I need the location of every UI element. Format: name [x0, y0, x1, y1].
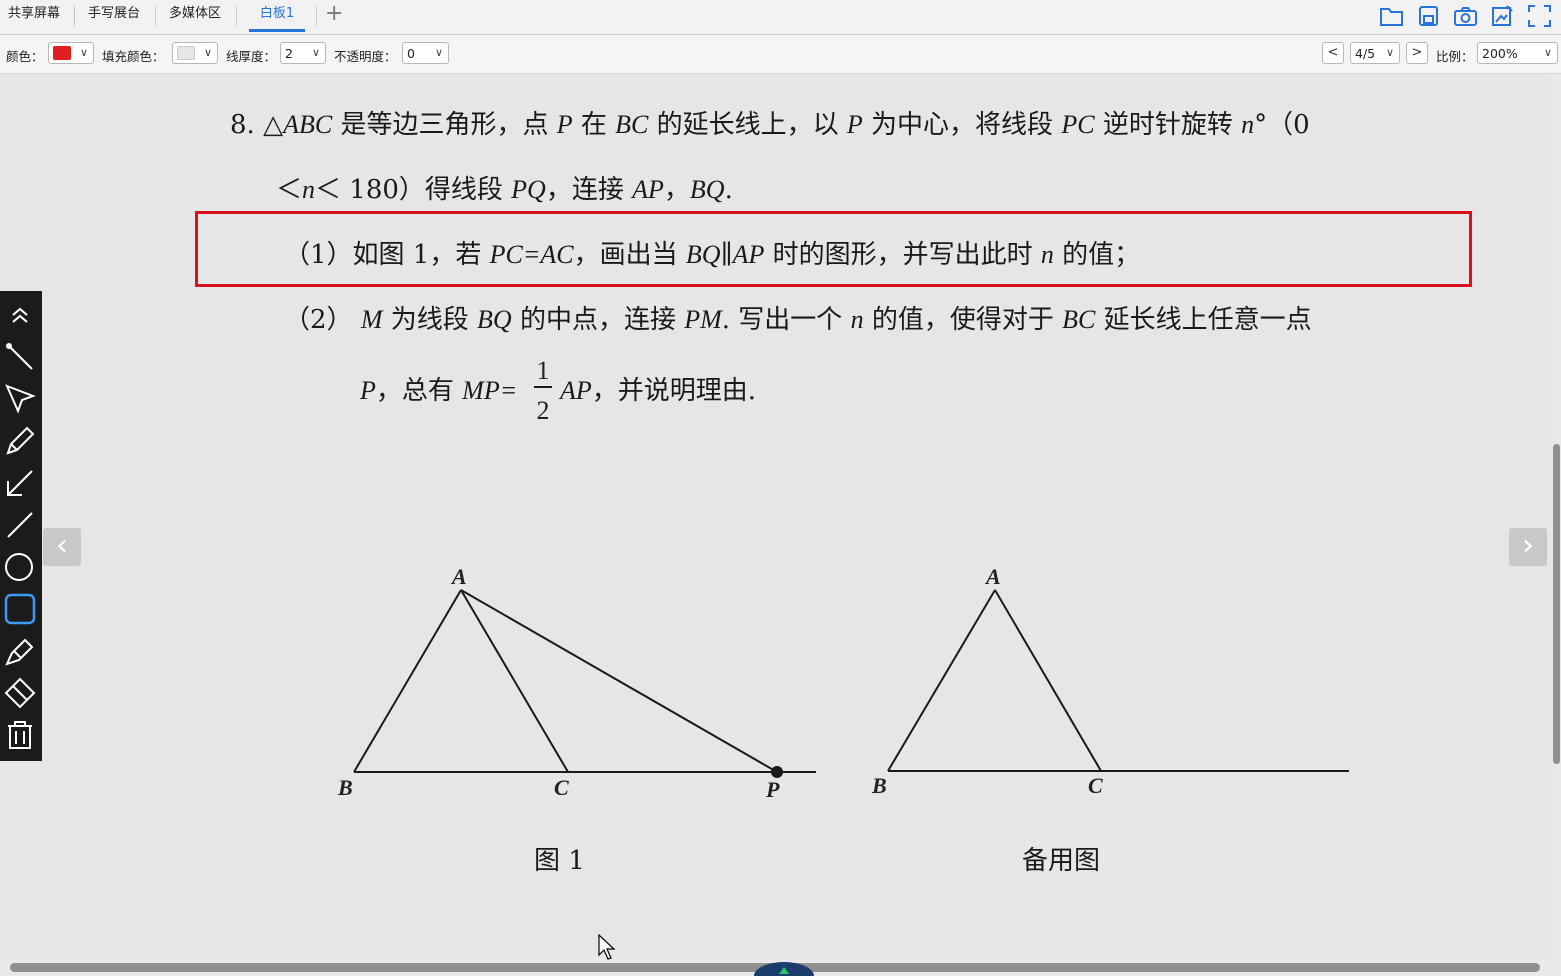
whiteboard-canvas[interactable]: 8. △ABC 是等边三角形，点 P 在 BC 的延长线上，以 P 为中心，将线… — [0, 74, 1551, 958]
bottom-handle-icon[interactable] — [752, 960, 816, 976]
chevron-down-icon: ∨ — [1543, 46, 1552, 59]
thickness-label: 线厚度： — [226, 49, 277, 64]
chevron-down-icon: ∨ — [203, 46, 212, 59]
fullscreen-icon[interactable] — [1526, 3, 1553, 29]
collapse-icon[interactable] — [2, 297, 38, 333]
fill-color-label: 填充颜色： — [102, 49, 165, 64]
eraser-icon[interactable] — [2, 675, 38, 711]
figure-1-caption: 图 1 — [534, 846, 585, 876]
chevron-down-icon: ∨ — [311, 46, 320, 59]
figure-2-segment-ac — [994, 589, 1102, 772]
previous-page-arrow[interactable]: ‹ — [43, 528, 81, 566]
top-right-toolbar — [1378, 3, 1553, 29]
figure-2-caption: 备用图 — [1022, 846, 1101, 876]
scale-label: 比例： — [1436, 49, 1474, 64]
fill-color-swatch — [177, 46, 195, 60]
figure-1-point-p-dot — [771, 766, 783, 778]
figure-1-drawing — [353, 589, 816, 778]
trash-icon[interactable] — [2, 717, 38, 753]
figure-2-label-a: A — [986, 564, 1001, 589]
pointer-line-icon[interactable] — [2, 339, 38, 375]
line-icon[interactable] — [2, 507, 38, 543]
next-page-button[interactable]: > — [1406, 42, 1428, 64]
thickness-value: 2 — [285, 46, 293, 61]
chevron-down-icon: ∨ — [79, 46, 88, 59]
highlighter-icon[interactable] — [2, 633, 38, 669]
vertical-scrollbar-thumb[interactable] — [1553, 444, 1560, 764]
mouse-cursor-icon — [598, 934, 616, 960]
geometry-figures — [353, 589, 1349, 778]
tab-share-screen[interactable]: 共享屏幕 — [4, 0, 64, 32]
color-label: 颜色： — [6, 49, 44, 64]
tab-bar: 共享屏幕 手写展台 多媒体区 白板1 + — [0, 0, 1561, 35]
opacity-value: 0 — [407, 46, 415, 61]
figure-1-segment-ac — [460, 589, 569, 773]
scale-value: 200% — [1482, 46, 1518, 61]
drawing-tools-panel — [0, 291, 42, 761]
camera-icon[interactable] — [1452, 3, 1479, 29]
edit-image-icon[interactable] — [1489, 3, 1516, 29]
tab-handwriting-booth[interactable]: 手写展台 — [84, 0, 144, 32]
opacity-label: 不透明度： — [334, 49, 397, 64]
rectangle-icon[interactable] — [2, 591, 38, 627]
select-arrow-icon[interactable] — [2, 381, 38, 417]
prev-page-button[interactable]: < — [1322, 42, 1344, 64]
tab-whiteboard-1[interactable]: 白板1 — [249, 0, 305, 32]
figure-1-label-a: A — [452, 564, 467, 589]
page-value: 4/5 — [1355, 46, 1376, 61]
tab-separator — [155, 6, 156, 26]
figure-1-segment-ab — [353, 589, 462, 773]
thickness-select[interactable]: 2 ∨ — [280, 42, 326, 64]
figure-2-label-c: C — [1088, 773, 1103, 798]
chevron-down-icon: ∨ — [434, 46, 443, 59]
arrow-line-icon[interactable] — [2, 465, 38, 501]
color-swatch — [53, 46, 71, 60]
add-tab-button[interactable]: + — [325, 2, 343, 26]
figure-2-drawing — [887, 589, 1349, 772]
tab-separator — [74, 6, 75, 26]
figure-1-label-c: C — [554, 775, 569, 800]
color-select[interactable]: ∨ — [48, 42, 94, 64]
figure-2-label-b: B — [872, 773, 887, 798]
next-page-arrow[interactable]: › — [1509, 528, 1547, 566]
tab-separator — [236, 6, 237, 26]
figure-1-segment-ap — [460, 589, 778, 773]
property-toolbar: 颜色： ∨ 填充颜色： ∨ 线厚度： 2 ∨ 不透明度： 0 ∨ < 4/5 ∨… — [0, 35, 1561, 74]
figure-2-segment-ab — [887, 589, 996, 772]
opacity-select[interactable]: 0 ∨ — [402, 42, 449, 64]
figure-1-label-p: P — [766, 777, 780, 802]
figure-1-label-b: B — [338, 775, 353, 800]
chevron-down-icon: ∨ — [1385, 46, 1394, 59]
scale-select[interactable]: 200% ∨ — [1477, 42, 1558, 64]
save-icon[interactable] — [1415, 3, 1442, 29]
folder-icon[interactable] — [1378, 3, 1405, 29]
pen-icon[interactable] — [2, 423, 38, 459]
page-select[interactable]: 4/5 ∨ — [1350, 42, 1400, 64]
vertical-scrollbar[interactable] — [1551, 74, 1561, 958]
tab-separator — [316, 6, 317, 26]
tab-multimedia[interactable]: 多媒体区 — [165, 0, 225, 32]
fill-color-select[interactable]: ∨ — [172, 42, 218, 64]
circle-icon[interactable] — [2, 549, 38, 585]
horizontal-scrollbar[interactable] — [0, 958, 1561, 976]
